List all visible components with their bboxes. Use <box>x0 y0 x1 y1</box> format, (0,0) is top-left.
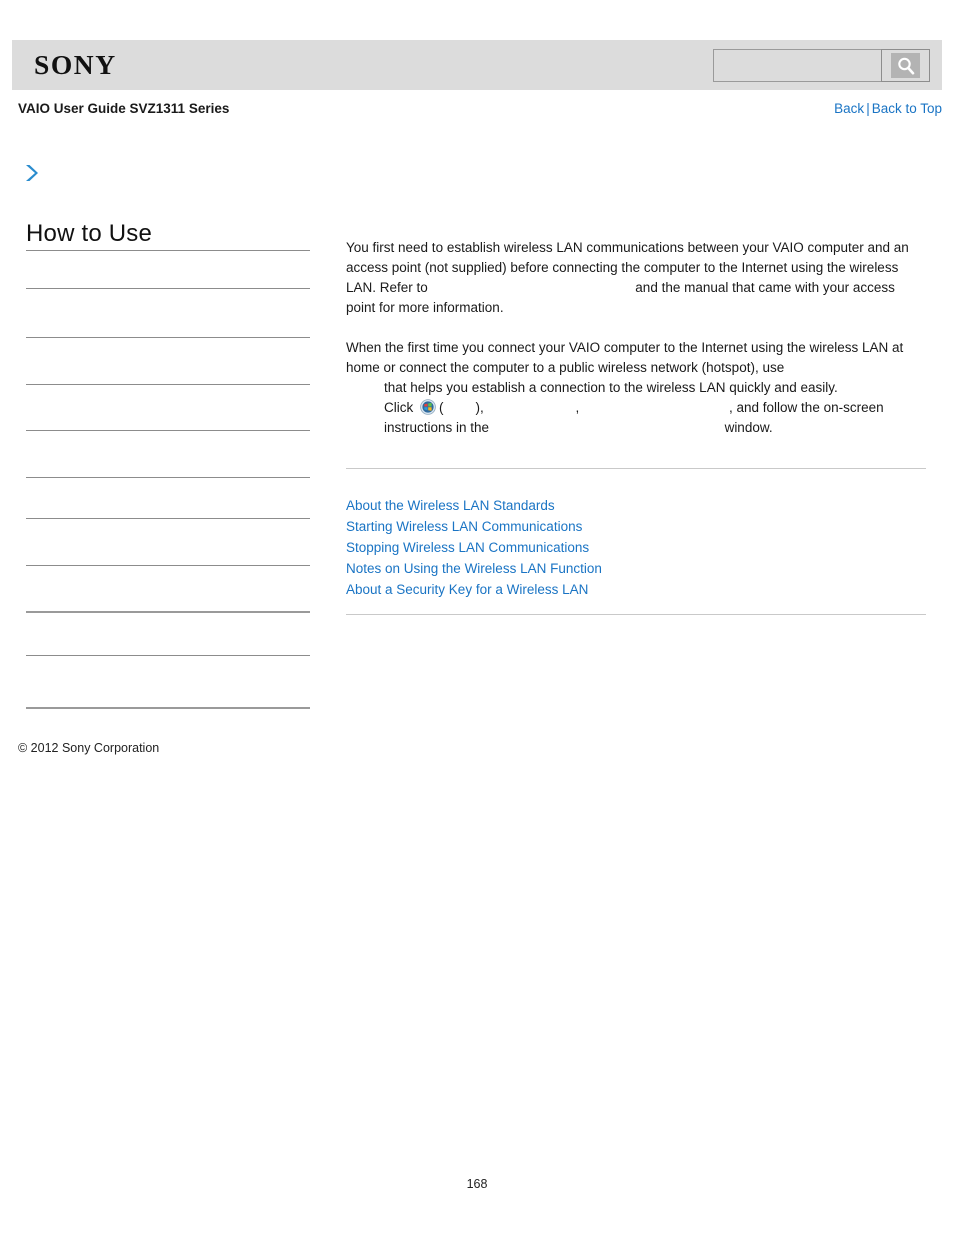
sidebar-rule <box>26 288 310 289</box>
back-to-top-link[interactable]: Back to Top <box>872 101 942 116</box>
list-item: Stopping Wireless LAN Communications <box>346 537 926 558</box>
header-bar: SONY <box>12 40 942 90</box>
main-content: You first need to establish wireless LAN… <box>346 238 926 615</box>
page-number: 168 <box>466 1177 488 1191</box>
search-button[interactable] <box>881 49 930 82</box>
sidebar-heading: How to Use <box>26 220 153 247</box>
sidebar-rule <box>26 518 310 519</box>
sidebar-rule <box>26 250 310 251</box>
setup-paragraph-part3: , and follow the on-screen instructions … <box>384 400 884 435</box>
title-row: VAIO User Guide SVZ1311 Series Back | Back… <box>18 101 942 121</box>
sony-logo: SONY <box>34 50 117 80</box>
related-link-2[interactable]: Stopping Wireless LAN Communications <box>346 540 589 555</box>
sidebar-rule <box>26 430 310 431</box>
related-link-1[interactable]: Starting Wireless LAN Communications <box>346 519 582 534</box>
list-item: About the Wireless LAN Standards <box>346 495 926 516</box>
content-divider-top <box>346 468 926 469</box>
search-area <box>713 49 930 82</box>
sidebar-rule <box>26 707 310 709</box>
click-instruction-line: Click (), , , and follow the on-screen i… <box>346 398 926 438</box>
related-link-3[interactable]: Notes on Using the Wireless LAN Function <box>346 561 602 576</box>
sidebar-rule <box>26 611 310 613</box>
copyright-text: © 2012 Sony Corporation <box>18 741 160 755</box>
sidebar-rule <box>26 655 310 656</box>
sidebar-rule <box>26 565 310 566</box>
related-links-list: About the Wireless LAN Standards Startin… <box>346 495 926 600</box>
windows-start-orb-icon[interactable] <box>420 399 436 415</box>
nav-separator: | <box>866 101 870 116</box>
related-link-0[interactable]: About the Wireless LAN Standards <box>346 498 555 513</box>
search-input[interactable] <box>713 49 881 82</box>
setup-paragraph-part2: that helps you establish a connection to… <box>384 380 838 395</box>
intro-paragraph: You first need to establish wireless LAN… <box>346 238 926 318</box>
navigation-links: Back | Back to Top <box>834 101 942 116</box>
search-icon <box>891 53 920 78</box>
setup-paragraph: When the first time you connect your VAI… <box>346 338 926 438</box>
comma-1: , <box>575 400 584 415</box>
back-link[interactable]: Back <box>834 101 864 116</box>
click-word: Click <box>384 400 417 415</box>
open-paren: ( <box>439 400 444 415</box>
related-link-4[interactable]: About a Security Key for a Wireless LAN <box>346 582 588 597</box>
list-item: Starting Wireless LAN Communications <box>346 516 926 537</box>
sidebar-rule <box>26 384 310 385</box>
setup-paragraph-part1: When the first time you connect your VAI… <box>346 340 904 375</box>
sidebar-rule <box>26 477 310 478</box>
content-divider-bottom <box>346 614 926 615</box>
chevron-right-icon[interactable] <box>23 163 41 183</box>
close-paren: ), <box>475 400 488 415</box>
list-item: Notes on Using the Wireless LAN Function <box>346 558 926 579</box>
sidebar-rule <box>26 337 310 338</box>
page-title: VAIO User Guide SVZ1311 Series <box>18 101 230 116</box>
setup-paragraph-part4: window. <box>720 420 773 435</box>
list-item: About a Security Key for a Wireless LAN <box>346 579 926 600</box>
